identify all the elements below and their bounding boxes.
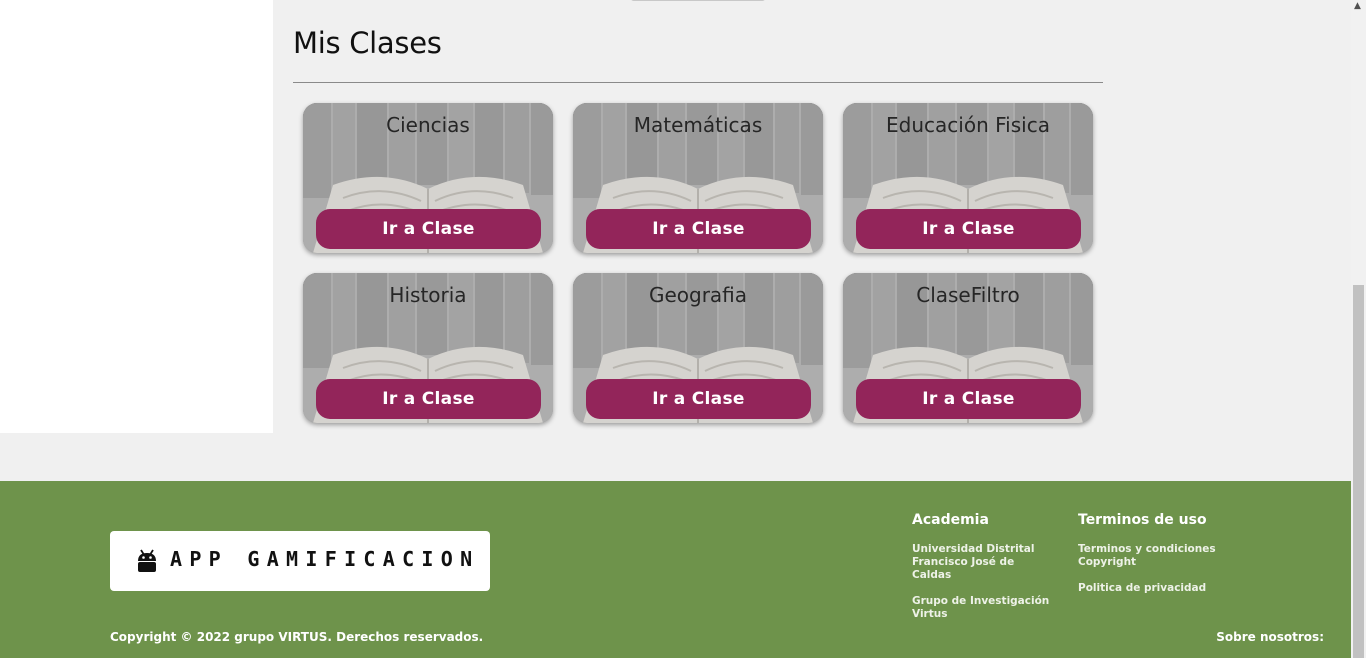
class-card-title: Ciencias (386, 113, 470, 137)
top-tab-indicator (631, 0, 765, 1)
link-grupo-investigacion[interactable]: Grupo de Investigación Virtus (912, 595, 1052, 621)
app-logo[interactable]: APP GAMIFICACION (110, 531, 490, 591)
go-to-class-button[interactable]: Ir a Clase (586, 209, 811, 249)
link-universidad-distrital[interactable]: Universidad Distrital Francisco José de … (912, 543, 1052, 582)
about-us-label[interactable]: Sobre nosotros: (1216, 630, 1324, 644)
link-politica-privacidad[interactable]: Politica de privacidad (1078, 582, 1218, 595)
go-to-class-button[interactable]: Ir a Clase (316, 209, 541, 249)
title-divider (293, 82, 1103, 83)
class-card: Historia Ir a Clase (303, 273, 553, 423)
class-card: Geografia Ir a Clase (573, 273, 823, 423)
class-card-title: Geografia (648, 283, 748, 307)
logo-text: APP GAMIFICACION (170, 547, 480, 571)
footer-heading-academia: Academia (912, 512, 989, 528)
footer-terminos: Terminos de uso Terminos y condiciones C… (1078, 512, 1218, 595)
class-card-title: Educación Fisica (886, 113, 1050, 137)
scroll-up-arrow-icon[interactable]: ▲ (1354, 1, 1361, 11)
class-card-title: Matemáticas (633, 113, 763, 137)
footer-heading-terminos: Terminos de uso (1078, 512, 1207, 528)
android-icon (138, 549, 156, 572)
sidebar (0, 0, 273, 433)
go-to-class-button[interactable]: Ir a Clase (856, 379, 1081, 419)
go-to-class-button[interactable]: Ir a Clase (586, 379, 811, 419)
vertical-scrollbar[interactable]: ▲ (1351, 0, 1366, 658)
class-card-title: Historia (389, 283, 467, 307)
footer: APP GAMIFICACION Academia Universidad Di… (0, 481, 1351, 658)
class-card-title: ClaseFiltro (916, 283, 1020, 307)
class-card: Ciencias Ir a Clase (303, 103, 553, 253)
class-card: Matemáticas Ir a Clase (573, 103, 823, 253)
class-card: Educación Fisica Ir a Clase (843, 103, 1093, 253)
go-to-class-button[interactable]: Ir a Clase (316, 379, 541, 419)
link-terminos-condiciones[interactable]: Terminos y condiciones Copyright (1078, 543, 1218, 569)
main-content: Mis Clases Ciencias Ir a Clase Matemátic… (273, 0, 1351, 481)
class-card: ClaseFiltro Ir a Clase (843, 273, 1093, 423)
scrollbar-thumb[interactable] (1353, 285, 1364, 658)
page-title: Mis Clases (293, 26, 442, 60)
footer-academia: Academia Universidad Distrital Francisco… (912, 512, 1052, 621)
copyright-text: Copyright © 2022 grupo VIRTUS. Derechos … (110, 630, 484, 644)
go-to-class-button[interactable]: Ir a Clase (856, 209, 1081, 249)
